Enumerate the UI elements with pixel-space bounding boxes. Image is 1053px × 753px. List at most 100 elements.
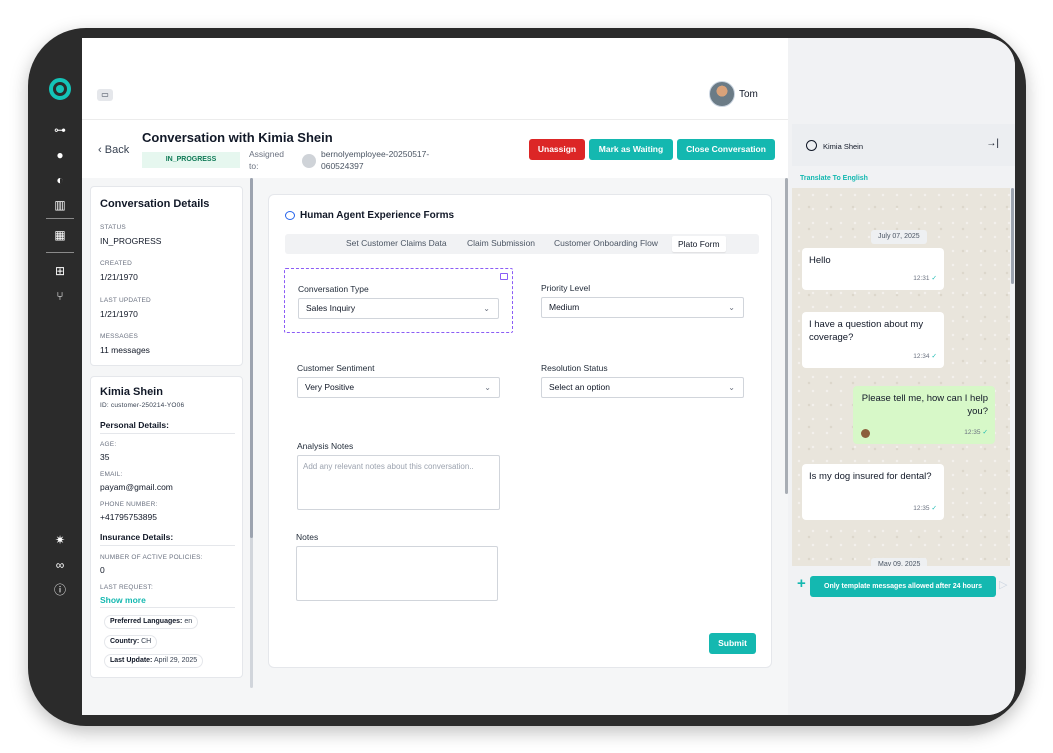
chat-scrollbar[interactable]	[1011, 188, 1014, 284]
customer-sentiment-select[interactable]: Very Positive ⌄	[297, 377, 500, 398]
submit-button[interactable]: Submit	[709, 633, 756, 654]
tab-set-customer-claims-data[interactable]: Set Customer Claims Data	[346, 238, 447, 248]
assigned-label: Assigned to:	[249, 149, 284, 171]
nav-divider	[46, 218, 74, 219]
top-bar: ▭ Tom	[82, 38, 788, 120]
message-text: Please tell me, how can I help you?	[861, 393, 988, 417]
tab-plato-form[interactable]: Plato Form	[672, 236, 726, 252]
divider	[100, 545, 235, 546]
tag-key: Last Update:	[110, 657, 153, 664]
resolution-status-label: Resolution Status	[541, 363, 608, 373]
email-label: EMAIL:	[100, 471, 123, 478]
brain-icon[interactable]: ◐	[52, 172, 68, 188]
check-icon: ✓	[931, 275, 937, 282]
message-text: Is my dog insured for dental?	[809, 471, 932, 482]
avatar	[709, 81, 735, 107]
analysis-notes-textarea[interactable]: Add any relevant notes about this conver…	[297, 455, 500, 510]
date-separator: May 09, 2025	[871, 558, 928, 566]
personal-details-title: Personal Details:	[100, 420, 169, 430]
message-text: Hello	[809, 255, 831, 266]
forms-title: Human Agent Experience Forms	[300, 210, 455, 221]
last-update-tag: Last Update: April 29, 2025	[104, 654, 204, 668]
close-conversation-button[interactable]: Close Conversation	[677, 139, 775, 160]
time-text: 12:35	[913, 505, 930, 512]
info-icon[interactable]: ⓘ	[52, 582, 68, 598]
plus-icon[interactable]: +	[797, 575, 806, 592]
scroll-thumb[interactable]	[250, 178, 253, 538]
phone-label: PHONE NUMBER:	[100, 501, 158, 508]
policies-value: 0	[100, 565, 105, 575]
messages-label: MESSAGES	[100, 333, 139, 340]
message-bubble-in: I have a question about my coverage? 12:…	[802, 312, 944, 368]
notes-label: Notes	[296, 532, 319, 542]
resolution-status-select[interactable]: Select an option ⌄	[541, 377, 744, 398]
last-request-label: LAST REQUEST:	[100, 584, 154, 591]
sitemap-icon[interactable]: ⊞	[52, 263, 68, 279]
age-value: 35	[100, 452, 110, 462]
insurance-details-title: Insurance Details:	[100, 532, 174, 542]
template-messages-notice[interactable]: Only template messages allowed after 24 …	[810, 576, 996, 597]
tag-value: April 29, 2025	[153, 657, 198, 664]
status-value: IN_PROGRESS	[100, 236, 162, 246]
agent-avatar	[861, 429, 870, 438]
tag-value: en	[184, 618, 193, 625]
messages-value: 11 messages	[100, 345, 150, 355]
phone-value: +41795753895	[100, 512, 157, 522]
send-icon[interactable]: ▷	[999, 578, 1007, 591]
tab-claim-submission[interactable]: Claim Submission	[467, 238, 535, 248]
table-icon[interactable]: ▦	[52, 227, 68, 243]
translate-link[interactable]: Translate To English	[800, 175, 868, 182]
assignee-avatar	[302, 154, 316, 168]
left-scrollbar[interactable]	[250, 178, 253, 688]
forms-header: Human Agent Experience Forms	[285, 210, 454, 221]
nav-divider	[46, 252, 74, 253]
conversation-type-select[interactable]: Sales Inquiry ⌄	[298, 298, 499, 319]
country-tag: Country: CH	[104, 635, 158, 649]
message-bubble-in: Is my dog insured for dental? 12:35 ✓	[802, 464, 944, 520]
created-value: 1/21/1970	[100, 272, 138, 282]
show-more-link[interactable]: Show more	[100, 595, 146, 605]
mark-waiting-button[interactable]: Mark as Waiting	[589, 139, 673, 160]
policies-label: NUMBER OF ACTIVE POLICIES:	[100, 554, 203, 561]
tab-customer-onboarding-flow[interactable]: Customer Onboarding Flow	[554, 238, 658, 248]
chat-messages: July 07, 2025 Hello 12:31 ✓ I have a ques…	[792, 188, 1010, 566]
chat-bubble-icon	[285, 211, 295, 220]
preferred-language-tag: Preferred Languages: en	[104, 615, 199, 629]
link-icon[interactable]: ∞	[52, 557, 68, 573]
forms-panel: Human Agent Experience Forms Set Custome…	[268, 194, 772, 668]
whatsapp-panel: Kimia Shein →| Translate To English July…	[788, 38, 1015, 715]
user-name: Tom	[739, 88, 758, 100]
chevron-down-icon: ⌄	[728, 303, 735, 312]
back-button[interactable]: ‹ Back	[98, 144, 129, 156]
chevron-down-icon: ⌄	[484, 383, 491, 392]
trash-icon[interactable]	[500, 273, 508, 280]
message-time: 12:35 ✓	[964, 426, 988, 439]
check-icon: ✓	[931, 505, 937, 512]
side-nav: ⊶ ● ◐ ▥ ▦ ⊞ ⑂ ✷ ∞ ⓘ	[40, 70, 80, 630]
select-value: Medium	[549, 302, 580, 312]
bar-chart-icon[interactable]: ▥	[52, 197, 68, 213]
message-bubble-out: Please tell me, how can I help you? 12:3…	[853, 386, 995, 444]
message-time: 12:34 ✓	[913, 350, 937, 363]
app-logo[interactable]	[49, 78, 71, 100]
chevron-down-icon: ⌄	[483, 304, 490, 313]
flow-icon[interactable]: ⊶	[52, 122, 68, 138]
notes-textarea[interactable]	[296, 546, 498, 601]
contact-name: Kimia Shein	[823, 142, 864, 151]
page-title: Conversation with Kimia Shein	[142, 130, 333, 145]
form-tabs: Set Customer Claims Data Claim Submissio…	[285, 234, 759, 254]
branch-icon[interactable]: ⑂	[52, 288, 68, 304]
time-text: 12:34	[913, 353, 930, 360]
unassign-button[interactable]: Unassign	[529, 139, 585, 160]
gear-icon[interactable]: ✷	[52, 532, 68, 548]
user-menu[interactable]: Tom	[709, 81, 758, 107]
message-time: 12:35 ✓	[913, 502, 937, 515]
priority-level-select[interactable]: Medium ⌄	[541, 297, 744, 318]
conversation-header: ‹ Back Conversation with Kimia Shein IN_…	[82, 120, 788, 178]
date-separator: July 07, 2025	[871, 230, 927, 244]
collapse-panel-icon[interactable]: →|	[986, 138, 999, 149]
user-icon[interactable]: ●	[52, 147, 68, 163]
message-square-icon[interactable]: ▭	[97, 89, 113, 101]
select-value: Select an option	[549, 382, 610, 392]
whatsapp-icon	[806, 140, 817, 151]
